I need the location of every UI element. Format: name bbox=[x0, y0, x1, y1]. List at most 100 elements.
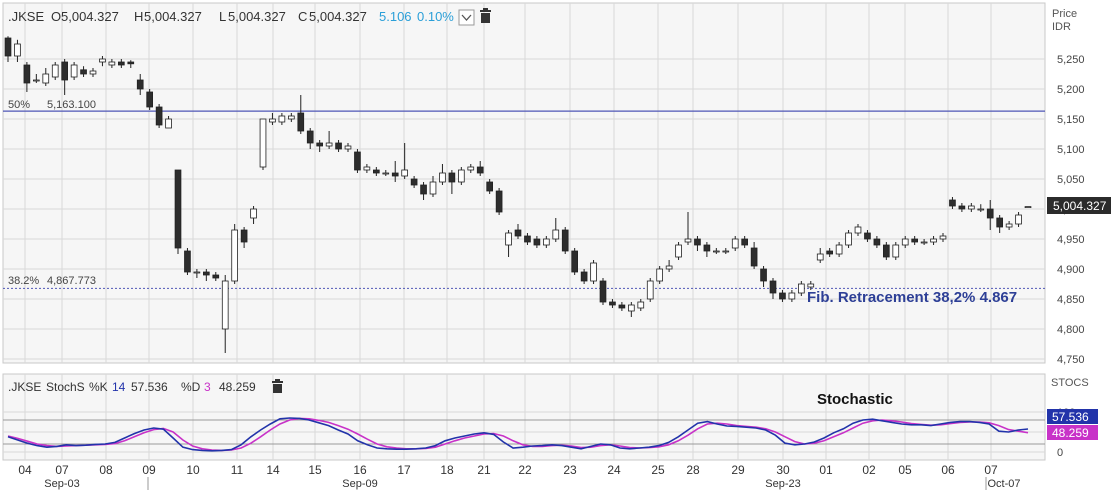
stoch-trash-body bbox=[273, 384, 282, 393]
candle bbox=[146, 89, 153, 110]
day-tick-label: 16 bbox=[353, 463, 367, 477]
price-axis-unit: IDR bbox=[1052, 21, 1071, 33]
candle bbox=[231, 224, 238, 284]
candle-body bbox=[968, 205, 975, 210]
open-value: 5,004.327 bbox=[61, 9, 119, 24]
candle-body bbox=[410, 178, 418, 186]
stoch-k-label: %K bbox=[89, 380, 108, 394]
fib-382-value-label: 4,867.773 bbox=[47, 275, 96, 287]
month-tick-label: Sep-03 bbox=[44, 478, 79, 490]
candle-body bbox=[99, 58, 106, 63]
candle-body bbox=[986, 208, 994, 219]
fib-382-pct-label: 38.2% bbox=[8, 275, 39, 287]
candle-body bbox=[155, 106, 163, 126]
candle-body bbox=[599, 280, 607, 303]
stoch-name: StochS bbox=[46, 380, 85, 394]
candle-body bbox=[911, 238, 918, 243]
day-tick-label: 08 bbox=[99, 463, 113, 477]
trash-handle bbox=[483, 8, 488, 10]
candle-body bbox=[618, 304, 626, 309]
candle-body bbox=[250, 208, 257, 219]
candle-body bbox=[845, 232, 852, 246]
candle bbox=[458, 167, 465, 185]
candle-body bbox=[476, 166, 484, 174]
candle-body bbox=[184, 250, 191, 273]
candle-body bbox=[760, 268, 767, 282]
candle bbox=[495, 188, 503, 215]
candle-body bbox=[344, 145, 352, 150]
dropdown-box[interactable] bbox=[458, 9, 475, 26]
stoch-d-period: 3 bbox=[204, 380, 211, 394]
open-label: O bbox=[51, 9, 61, 24]
day-tick-label: 10 bbox=[186, 463, 200, 477]
price-plot-bg bbox=[2, 2, 1046, 364]
candle-body bbox=[505, 232, 512, 246]
day-tick-label: 18 bbox=[440, 463, 454, 477]
candle-body bbox=[382, 172, 390, 175]
candle-body bbox=[788, 292, 796, 300]
day-tick-label: 28 bbox=[686, 463, 700, 477]
candle-body bbox=[883, 244, 890, 258]
price-tick-label: 4,900 bbox=[1057, 264, 1085, 276]
price-axis-title: Price bbox=[1052, 8, 1077, 20]
stoch-axis-title: STOCS bbox=[1051, 377, 1089, 389]
candle-body bbox=[1005, 223, 1013, 228]
candle-body bbox=[231, 229, 238, 282]
high-label: H bbox=[134, 9, 143, 24]
price-tick-label: 4,850 bbox=[1057, 294, 1085, 306]
candle-body bbox=[628, 304, 635, 312]
fib-annotation: Fib. Retracement 38,2% 4.867 bbox=[807, 289, 1017, 306]
candle-body bbox=[713, 250, 720, 253]
candle-body bbox=[798, 283, 805, 294]
candle-body bbox=[33, 79, 40, 82]
candle-body bbox=[23, 64, 31, 84]
candle-body bbox=[420, 184, 427, 195]
fib-50-pct-label: 50% bbox=[8, 99, 30, 111]
candle-body bbox=[203, 271, 210, 276]
candle bbox=[590, 260, 597, 284]
candle-body bbox=[278, 115, 286, 123]
last-price-label: 5,004.327 bbox=[1053, 199, 1107, 213]
candle-body bbox=[448, 172, 456, 183]
candle-body bbox=[552, 229, 560, 240]
candle-body bbox=[741, 238, 748, 246]
day-tick-label: 01 bbox=[819, 463, 833, 477]
stoch-trash-icon[interactable] bbox=[272, 379, 283, 393]
price-tick-label: 4,750 bbox=[1057, 354, 1085, 366]
day-tick-label: 24 bbox=[607, 463, 621, 477]
candle-body bbox=[779, 292, 786, 300]
candle-body bbox=[854, 226, 862, 234]
candle bbox=[892, 242, 900, 260]
candle-body bbox=[429, 181, 437, 195]
candle-body bbox=[816, 253, 824, 261]
candle-body bbox=[316, 142, 323, 147]
close-value: 5,004.327 bbox=[309, 9, 367, 24]
candle-body bbox=[373, 169, 380, 174]
candle-body bbox=[467, 166, 475, 171]
candle-body bbox=[108, 61, 116, 66]
candle-body bbox=[930, 238, 937, 243]
candle-body bbox=[80, 69, 87, 75]
candle-body bbox=[637, 301, 645, 309]
candle-body bbox=[571, 250, 578, 273]
day-tick-label: 07 bbox=[984, 463, 998, 477]
day-tick-label: 06 bbox=[941, 463, 955, 477]
candle-body bbox=[165, 118, 172, 129]
candle-body bbox=[401, 169, 408, 177]
candle bbox=[354, 149, 361, 173]
trash-icon[interactable] bbox=[480, 8, 491, 23]
candle-body bbox=[646, 280, 654, 300]
high-value: 5,004.327 bbox=[144, 9, 202, 24]
low-value: 5,004.327 bbox=[228, 9, 286, 24]
candle bbox=[259, 118, 267, 170]
candle-body bbox=[325, 142, 333, 147]
candle-body bbox=[174, 169, 182, 249]
stoch-tick-label: 0 bbox=[1057, 447, 1063, 459]
dropdown-chevron-button[interactable] bbox=[458, 9, 475, 26]
chart-root: 5,2505,2005,1505,1005,0505,0004,9504,900… bbox=[2, 2, 1111, 490]
day-tick-label: 22 bbox=[518, 463, 532, 477]
price-tick-label: 5,200 bbox=[1057, 84, 1085, 96]
candle-body bbox=[495, 190, 503, 213]
candle-body bbox=[89, 70, 97, 75]
day-tick-label: 05 bbox=[898, 463, 912, 477]
